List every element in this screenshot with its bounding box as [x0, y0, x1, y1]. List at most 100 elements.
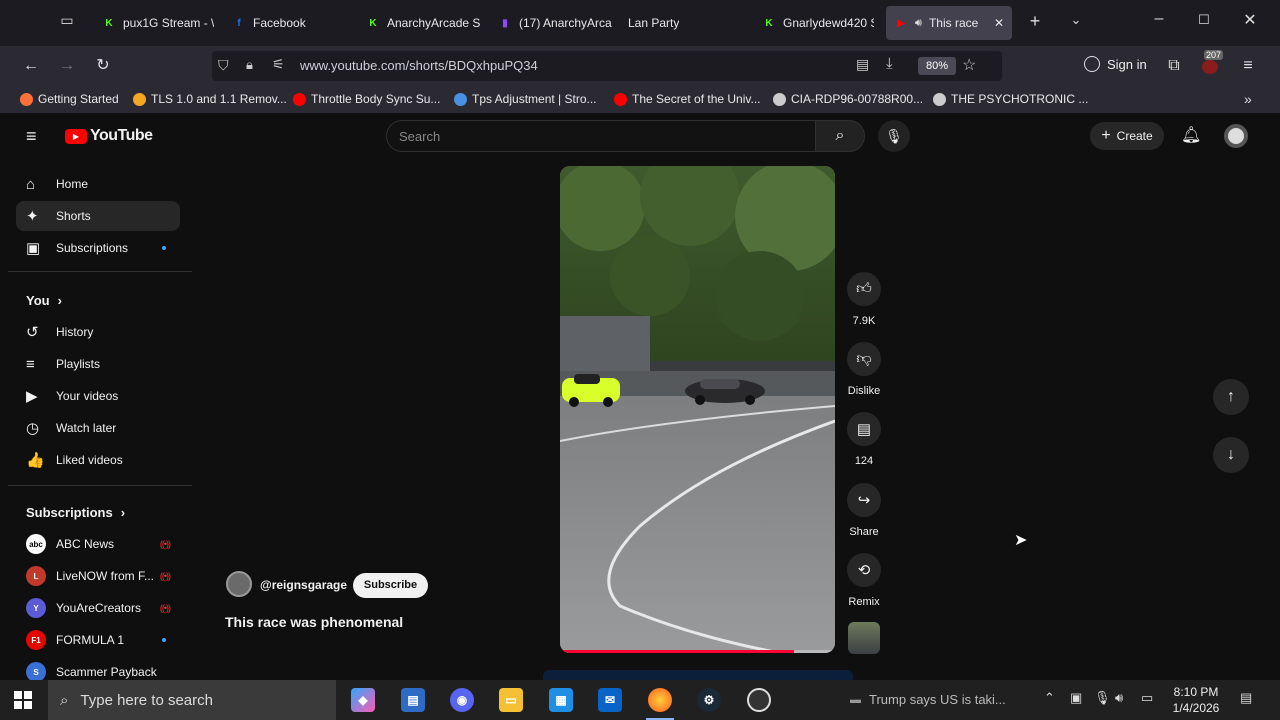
taskbar-clock[interactable]: 8:10 PM 1/4/2026 [1168, 684, 1224, 716]
firefox-icon[interactable] [646, 688, 674, 720]
sidebar-item[interactable]: ◷ Watch later [16, 413, 180, 443]
create-button[interactable]: + Create [1090, 122, 1164, 150]
address-bar[interactable]: ⛉ 🔒︎ ⚟ www.youtube.com/shorts/BDQxhpuPQ3… [212, 51, 1002, 81]
sound-thumbnail[interactable] [848, 622, 880, 654]
browser-tab[interactable]: K AnarchyArcade S [358, 6, 483, 40]
browser-tab[interactable]: Kpux1G Stream - \ [94, 6, 219, 40]
subscriptions-heading[interactable]: Subscriptions › [26, 505, 125, 520]
search-input[interactable]: Search [386, 120, 816, 152]
short-title[interactable]: This race was phenomenal [225, 614, 403, 630]
sidebar-item[interactable]: ⌂ Home [16, 169, 180, 199]
maximize-button[interactable]: ☐ [1190, 12, 1218, 28]
subscription-channel-item[interactable]: abc ABC News ((•)) [16, 529, 180, 559]
outlook-icon[interactable]: ✉ [598, 688, 622, 712]
channel-name[interactable]: @reignsgarage [260, 578, 347, 592]
browser-tab[interactable]: Lan Party [620, 6, 745, 40]
dislike-icon[interactable]: 👎︎ [847, 342, 881, 376]
previous-short-button[interactable]: ↑ [1213, 379, 1249, 415]
next-short-preview[interactable] [543, 670, 853, 680]
bookmark-item[interactable]: Getting Started [20, 92, 119, 106]
you-heading[interactable]: You › [26, 293, 62, 308]
taskbar-search-input[interactable]: ⌕ Type here to search [48, 680, 336, 720]
minimize-button[interactable]: – [1145, 10, 1173, 28]
download-icon[interactable]: ⤓ [886, 55, 893, 72]
file-explorer-icon[interactable]: ▭ [499, 688, 523, 712]
comment-icon[interactable]: ▤ [847, 412, 881, 446]
site-permissions-icon[interactable]: ⚟ [272, 56, 285, 73]
search-button[interactable]: ⌕ [815, 120, 865, 152]
sidebar-item[interactable]: ≡ Playlists [16, 349, 180, 379]
share-action[interactable]: ↪ Share [847, 483, 881, 538]
like-icon[interactable]: 👍︎ [847, 272, 881, 306]
microphone-tray-icon[interactable]: 🎙︎ [1094, 690, 1111, 706]
browser-tab[interactable]: K Gnarlydewd420 S [754, 6, 874, 40]
bookmark-item[interactable]: Throttle Body Sync Su... [293, 92, 440, 106]
browser-tab[interactable]: ▶ 🔊︎ This race ✕ [886, 6, 1012, 40]
new-tab-button[interactable]: + [1024, 11, 1046, 32]
extension-button[interactable]: 207 [1200, 50, 1224, 76]
close-window-button[interactable]: ✕ [1236, 10, 1264, 30]
file-app-icon[interactable]: ▤ [401, 688, 425, 712]
subscription-channel-item[interactable]: F1 FORMULA 1 [16, 625, 180, 655]
like-action[interactable]: 👍︎ 7.9K [847, 272, 881, 327]
bookmark-item[interactable]: THE PSYCHOTRONIC ... [933, 92, 1088, 106]
url-text[interactable]: www.youtube.com/shorts/BDQxhpuPQ34 [300, 58, 538, 73]
network-icon[interactable]: ▭ [1141, 690, 1153, 706]
menu-hamburger-icon[interactable]: ≡ [1236, 55, 1260, 77]
more-bookmarks-chevron-icon[interactable]: » [1244, 91, 1252, 107]
notifications-icon[interactable]: ▤ [1240, 690, 1252, 706]
list-all-tabs-chevron-icon[interactable]: ⌄ [1066, 12, 1086, 28]
steam-icon[interactable]: ⚙ [697, 688, 721, 712]
bookmark-item[interactable]: CIA-RDP96-00788R00... [773, 92, 923, 106]
sidebar-item[interactable]: ▣ Subscriptions [16, 233, 180, 263]
microsoft-store-icon[interactable]: ▦ [549, 688, 573, 712]
voice-search-button[interactable]: 🎙︎ [878, 120, 910, 152]
youtube-logo[interactable]: ▶ YouTube [65, 127, 153, 145]
notifications-bell-icon[interactable]: 🔔︎ [1181, 125, 1201, 145]
news-ticker[interactable]: ▬ Trump says US is taki... [850, 692, 1006, 707]
video-progress-bar[interactable] [560, 650, 835, 653]
channel-avatar[interactable] [226, 571, 252, 597]
zoom-level-badge[interactable]: 80% [918, 57, 956, 75]
tray-app-icon[interactable]: ▣ [1070, 690, 1082, 706]
share-icon[interactable]: ↪ [847, 483, 881, 517]
tab-list-icon[interactable]: ▭ [56, 12, 78, 32]
comments-action[interactable]: ▤ 124 [847, 412, 881, 467]
start-windows-icon[interactable] [14, 691, 32, 709]
show-hidden-icons-chevron-icon[interactable]: ⌃ [1044, 690, 1055, 706]
back-arrow-icon[interactable]: ← [19, 55, 43, 77]
sidebar-item[interactable]: 👍 Liked videos [16, 445, 180, 475]
browser-tab[interactable]: ▮ (17) AnarchyArca [490, 6, 615, 40]
sidebar-item[interactable]: ↺ History [16, 317, 180, 347]
remix-action[interactable]: ⟲ Remix [847, 553, 881, 608]
avatar[interactable] [1224, 124, 1248, 148]
extensions-puzzle-icon[interactable]: ⧉ [1162, 55, 1186, 77]
copilot-icon[interactable]: ◆ [351, 688, 375, 712]
sidebar-item[interactable]: ✦ Shorts [16, 201, 180, 231]
browser-tab[interactable]: f Facebook [224, 6, 349, 40]
tracking-shield-icon[interactable]: ⛉ [218, 57, 229, 74]
next-short-button[interactable]: ↓ [1213, 437, 1249, 473]
close-tab-icon[interactable]: ✕ [994, 16, 1004, 30]
bookmark-star-icon[interactable]: ☆ [962, 55, 976, 75]
bookmark-item[interactable]: Tps Adjustment | Stro... [454, 92, 597, 106]
tab-speaker-icon[interactable]: 🔊︎ [915, 17, 922, 30]
sidebar-item[interactable]: ▶ Your videos [16, 381, 180, 411]
remix-icon[interactable]: ⟲ [847, 553, 881, 587]
lock-icon[interactable]: 🔒︎ [246, 57, 253, 73]
volume-icon[interactable]: 🔊︎ [1115, 690, 1123, 706]
forward-arrow-icon[interactable]: → [55, 55, 79, 77]
bookmark-item[interactable]: The Secret of the Univ... [614, 92, 761, 106]
subscription-channel-item[interactable]: L LiveNOW from F... ((•)) [16, 561, 180, 591]
guide-menu-icon[interactable]: ≡ [26, 126, 37, 147]
sign-in-button[interactable]: Sign in [1084, 56, 1147, 72]
short-video-player[interactable] [560, 166, 835, 653]
reader-view-icon[interactable]: ▤ [856, 56, 869, 73]
subscription-channel-item[interactable]: Y YouAreCreators ((•)) [16, 593, 180, 623]
reload-icon[interactable]: ↻ [91, 55, 115, 77]
discord-icon[interactable]: ◉ [450, 688, 474, 712]
subscribe-button[interactable]: Subscribe [353, 573, 428, 598]
recording-app-icon[interactable] [747, 688, 771, 712]
bookmark-item[interactable]: TLS 1.0 and 1.1 Remov... [133, 92, 287, 106]
dislike-action[interactable]: 👎︎ Dislike [847, 342, 881, 397]
